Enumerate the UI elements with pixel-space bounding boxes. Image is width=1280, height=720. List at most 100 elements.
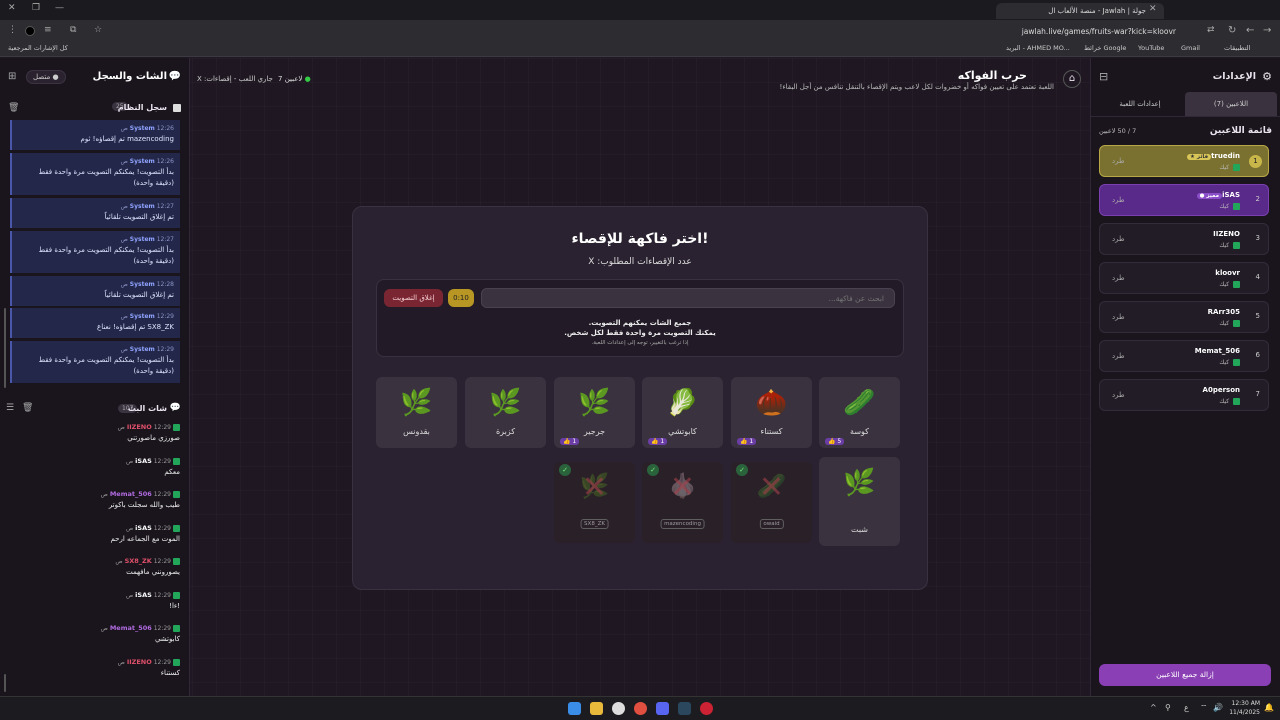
player-rank: 5 bbox=[1255, 312, 1260, 320]
fruit-name: كستناء bbox=[760, 427, 783, 436]
fruit-card[interactable]: 🌿 جرجير 👍 1 bbox=[554, 377, 635, 448]
tab-game-settings[interactable]: إعدادات اللعبة bbox=[1094, 92, 1186, 116]
menu-icon[interactable]: ≡ bbox=[44, 25, 52, 35]
chat-username[interactable]: IIZENO bbox=[127, 423, 152, 431]
bookmark-all[interactable]: كل الإشارات المرجعية bbox=[8, 44, 68, 52]
trash-icon[interactable]: 🗑 bbox=[8, 103, 19, 113]
chat-username[interactable]: SX8_ZK bbox=[125, 557, 152, 565]
log-scrollbar[interactable] bbox=[4, 308, 6, 388]
fruit-card[interactable]: 🥬 كابوتشي 👍 1 bbox=[642, 377, 723, 448]
kick-badge-icon bbox=[173, 658, 180, 666]
message-meta: iSAS 12:29 ص bbox=[8, 524, 180, 532]
info-line-1: جميع الشات يمكنهم التصويت. bbox=[588, 319, 692, 327]
app-icon[interactable] bbox=[700, 702, 713, 715]
wifi-icon[interactable]: ⌔ bbox=[1200, 703, 1208, 713]
players-count: 7 / 50 لاعبين bbox=[1099, 127, 1137, 135]
chat-message: iSAS 12:29 ص الموت مع الجماعه ارحم bbox=[8, 524, 180, 543]
kick-player-button[interactable]: طرد bbox=[1112, 352, 1125, 360]
kick-player-button[interactable]: طرد bbox=[1112, 274, 1125, 282]
player-platform: كيك bbox=[1219, 398, 1240, 405]
fruit-card[interactable]: 🌿 كزبرة bbox=[465, 377, 546, 448]
fruit-card[interactable]: 🌰 كستناء 👍 1 bbox=[731, 377, 812, 448]
system-log-message: System 12:27 ص تم إغلاق التصويت تلقائياً bbox=[10, 198, 180, 228]
start-icon[interactable] bbox=[568, 702, 581, 715]
game-status: جاري اللعب - إقصاءات: X bbox=[197, 75, 273, 83]
chat-username[interactable]: Memat_506 bbox=[110, 624, 152, 632]
message-text: تم إغلاق التصويت تلقائياً bbox=[104, 291, 174, 299]
collapse-settings-icon[interactable]: ⊟ bbox=[1099, 70, 1108, 83]
chat-username[interactable]: iSAS bbox=[135, 524, 152, 532]
system-log-title: سجل النظام bbox=[117, 103, 167, 112]
kick-badge-icon bbox=[173, 558, 180, 565]
home-icon[interactable]: ⌂ bbox=[1063, 70, 1081, 88]
extensions-icon[interactable]: ⧉ bbox=[70, 25, 76, 35]
remove-all-players-button[interactable]: إزالة جميع اللاعبين bbox=[1099, 664, 1271, 686]
browser-tab[interactable]: جولة | Jawlah - منصة الألعاب ال bbox=[996, 3, 1164, 19]
chat-text: يصورونني مافهمت bbox=[126, 568, 180, 576]
message-meta: System 12:27 ص bbox=[120, 236, 174, 243]
vote-count: 👍 1 bbox=[648, 438, 668, 445]
chat-username[interactable]: IIZENO bbox=[127, 658, 152, 666]
settings-app-icon[interactable] bbox=[612, 702, 625, 715]
fruit-card[interactable]: 🥒 كوسة 👍 5 bbox=[819, 377, 900, 448]
steam-icon[interactable] bbox=[678, 702, 691, 715]
log-icon bbox=[173, 104, 181, 112]
restore-window-icon[interactable]: ❐ bbox=[32, 3, 40, 13]
back-icon[interactable]: → bbox=[1263, 25, 1271, 36]
chat-message: IIZENO 12:29 ص صورزي ماصورتني bbox=[8, 423, 180, 442]
eliminated-player: mazencoding bbox=[660, 519, 705, 529]
discord-icon[interactable] bbox=[656, 702, 669, 715]
kick-player-button[interactable]: طرد bbox=[1112, 196, 1125, 204]
reload-icon[interactable]: ↻ bbox=[1228, 25, 1236, 36]
message-meta: System 12:27 ص bbox=[120, 203, 174, 210]
tray-chevron-icon[interactable]: ^ bbox=[1150, 703, 1157, 712]
connection-status: متصل ● bbox=[26, 70, 66, 84]
kick-player-button[interactable]: طرد bbox=[1112, 157, 1125, 165]
close-vote-button[interactable]: إغلاق التصويت bbox=[384, 289, 443, 307]
collapse-panel-icon[interactable]: ⊞ bbox=[8, 71, 16, 82]
file-explorer-icon[interactable] bbox=[590, 702, 603, 715]
chat-username[interactable]: iSAS bbox=[135, 457, 152, 465]
chat-username[interactable]: iSAS bbox=[135, 591, 152, 599]
kick-player-button[interactable]: طرد bbox=[1112, 313, 1125, 321]
bookmark-star-icon[interactable]: ☆ bbox=[94, 25, 102, 35]
language-indicator[interactable]: ع bbox=[1184, 703, 1189, 712]
more-icon[interactable]: ⋮ bbox=[8, 25, 17, 35]
bookmark-apps[interactable]: التطبيقات bbox=[1224, 44, 1250, 52]
system-log-message: System 12:29 ص بدأ التصويت! يمكنكم التصوي… bbox=[10, 341, 180, 383]
clock-time[interactable]: 12:30 AM bbox=[1228, 700, 1260, 707]
close-window-icon[interactable]: ✕ bbox=[8, 3, 16, 13]
chat-icon: 💬 bbox=[168, 71, 181, 82]
fruit-card[interactable]: 🌿 شبت bbox=[819, 457, 900, 546]
tray-app-icon[interactable]: ⚲ bbox=[1165, 703, 1171, 712]
kick-player-button[interactable]: طرد bbox=[1112, 391, 1125, 399]
fruit-search-input[interactable] bbox=[481, 288, 895, 308]
tab-close-icon[interactable]: ✕ bbox=[1149, 4, 1157, 14]
minimize-window-icon[interactable]: — bbox=[55, 3, 64, 13]
clock-date[interactable]: 11/4/2025 bbox=[1228, 709, 1260, 716]
profile-avatar[interactable] bbox=[25, 26, 35, 36]
fruit-card[interactable]: 🌿 بقدونس bbox=[376, 377, 457, 448]
chrome-icon[interactable] bbox=[634, 702, 647, 715]
bookmark-maps[interactable]: خرائط Google bbox=[1084, 44, 1126, 52]
volume-icon[interactable]: 🔊 bbox=[1213, 703, 1223, 712]
player-platform: كيك bbox=[1219, 242, 1240, 249]
chat-username[interactable]: Memat_506 bbox=[110, 490, 152, 498]
notification-icon[interactable]: 🔔 bbox=[1264, 703, 1274, 712]
players-list-title: قائمة اللاعبين bbox=[1209, 126, 1272, 136]
eliminated-x-icon: ✕ bbox=[669, 470, 696, 505]
site-settings-icon[interactable]: ⇄ bbox=[1207, 25, 1215, 35]
list-icon[interactable]: ☰ bbox=[6, 403, 14, 413]
url-field[interactable]: jawlah.live/games/fruits-war?kick=kloovr bbox=[1000, 25, 1176, 38]
bookmark-mail[interactable]: البريد - AHMED MO... bbox=[1006, 44, 1070, 52]
tabs-divider bbox=[1091, 116, 1280, 117]
chat-scrollbar[interactable] bbox=[4, 674, 6, 692]
trash-icon[interactable]: 🗑 bbox=[22, 403, 33, 413]
kick-player-button[interactable]: طرد bbox=[1112, 235, 1125, 243]
tab-players[interactable]: اللاعبين (7) bbox=[1185, 92, 1277, 116]
bookmark-youtube[interactable]: YouTube bbox=[1138, 44, 1164, 52]
forward-icon[interactable]: ← bbox=[1246, 25, 1254, 36]
fruit-name: بقدونس bbox=[403, 427, 430, 436]
bookmark-gmail[interactable]: Gmail bbox=[1181, 44, 1200, 52]
system-log-message: System 12:27 ص بدأ التصويت! يمكنكم التصوي… bbox=[10, 231, 180, 273]
